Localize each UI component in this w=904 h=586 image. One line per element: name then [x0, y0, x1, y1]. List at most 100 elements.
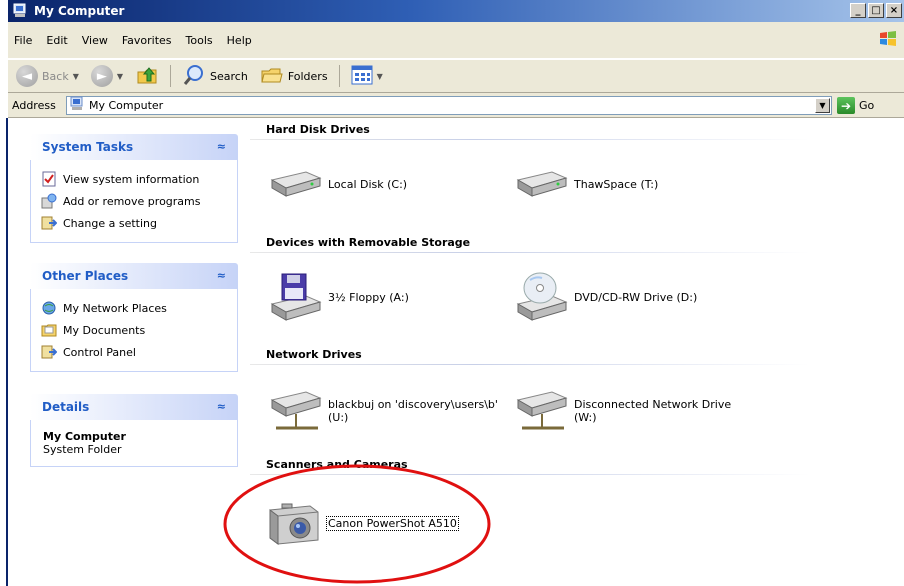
title-bar[interactable]: My Computer _ □ ×	[8, 0, 904, 22]
drive-label: ThawSpace (T:)	[574, 177, 659, 191]
group-divider	[250, 474, 810, 475]
views-icon	[351, 65, 373, 88]
my-computer-small-icon	[69, 96, 85, 115]
other-places-body: My Network Places My Documents Control P…	[30, 289, 238, 372]
go-arrow-icon: ➔	[837, 97, 855, 114]
windows-logo-icon	[878, 30, 898, 48]
group-title-scanners: Scanners and Cameras	[266, 458, 408, 471]
place-link-label: My Network Places	[63, 301, 167, 315]
menu-bar: File Edit View Favorites Tools Help	[8, 22, 904, 59]
place-my-network-places[interactable]: My Network Places	[41, 297, 237, 319]
collapse-chevron-icon[interactable]: ≈	[217, 269, 226, 282]
network-drive-u[interactable]: blackbuj on 'discovery\users\b' (U:)	[266, 386, 498, 436]
address-label: Address	[12, 98, 56, 112]
task-link-label: View system information	[63, 172, 200, 186]
drive-label: Local Disk (C:)	[328, 177, 408, 191]
views-dropdown-icon[interactable]: ▼	[377, 72, 383, 81]
menu-help[interactable]: Help	[221, 34, 260, 47]
window-title: My Computer	[34, 4, 125, 18]
menu-tools[interactable]: Tools	[180, 34, 221, 47]
network-drive-share: blackbuj on 'discovery\users\b'	[328, 398, 498, 411]
camera-icon	[266, 498, 322, 548]
drive-thawspace-t[interactable]: ThawSpace (T:)	[512, 162, 658, 206]
drive-label: DVD/CD-RW Drive (D:)	[574, 290, 698, 304]
details-item-name: My Computer	[43, 430, 126, 443]
menu-view[interactable]: View	[76, 34, 116, 47]
task-link-label: Add or remove programs	[63, 194, 201, 208]
collapse-chevron-icon[interactable]: ≈	[217, 140, 226, 153]
address-dropdown-button[interactable]: ▼	[815, 98, 830, 113]
toolbar-separator	[170, 65, 172, 87]
drive-dvd-cdrw-d[interactable]: DVD/CD-RW Drive (D:)	[512, 270, 697, 324]
floppy-drive-icon	[266, 270, 324, 324]
group-divider	[250, 364, 810, 365]
minimize-button[interactable]: _	[850, 3, 866, 18]
camera-canon-powershot[interactable]: Canon PowerShot A510	[266, 498, 459, 548]
search-button[interactable]: Search	[178, 61, 252, 92]
network-drive-label: blackbuj on 'discovery\users\b' (U:)	[328, 398, 498, 424]
collapse-chevron-icon[interactable]: ≈	[217, 400, 226, 413]
details-title: Details	[42, 400, 90, 414]
network-drive-share: Disconnected Network Drive	[574, 398, 732, 411]
system-tasks-header[interactable]: System Tasks ≈	[30, 134, 238, 160]
toolbar-separator	[338, 65, 340, 87]
drive-local-disk-c[interactable]: Local Disk (C:)	[266, 162, 407, 206]
menu-favorites[interactable]: Favorites	[116, 34, 180, 47]
network-drive-w[interactable]: Disconnected Network Drive (W:)	[512, 386, 731, 436]
go-button[interactable]: ➔ Go	[837, 97, 874, 114]
close-button[interactable]: ×	[886, 3, 902, 18]
details-item-type: System Folder	[43, 443, 122, 456]
group-divider	[250, 252, 810, 253]
forward-button[interactable]: ► ▼	[87, 63, 127, 89]
task-view-system-info[interactable]: View system information	[41, 168, 237, 190]
details-header[interactable]: Details ≈	[30, 394, 238, 420]
group-title-hard-disk: Hard Disk Drives	[266, 123, 370, 136]
network-places-icon	[41, 300, 57, 316]
system-tasks-panel: System Tasks ≈ View system information A…	[30, 134, 238, 243]
place-my-documents[interactable]: My Documents	[41, 319, 237, 341]
menu-edit[interactable]: Edit	[40, 34, 75, 47]
system-info-icon	[41, 171, 57, 187]
other-places-title: Other Places	[42, 269, 129, 283]
forward-arrow-icon: ►	[90, 65, 113, 87]
network-drive-letter: (W:)	[574, 411, 597, 424]
place-control-panel[interactable]: Control Panel	[41, 341, 237, 363]
up-folder-button[interactable]	[131, 61, 163, 92]
network-drive-label: Disconnected Network Drive (W:)	[574, 398, 731, 424]
control-panel-icon	[41, 215, 58, 231]
folder-content: Hard Disk Drives Local Disk (C:) ThawSpa…	[246, 118, 904, 586]
group-title-removable: Devices with Removable Storage	[266, 236, 471, 249]
cd-drive-icon	[512, 270, 570, 324]
other-places-header[interactable]: Other Places ≈	[30, 263, 238, 289]
address-bar: Address My Computer ▼ ➔ Go	[8, 93, 904, 118]
views-button[interactable]: ▼	[347, 63, 387, 90]
hard-disk-icon	[512, 162, 570, 206]
hard-disk-icon	[266, 162, 324, 206]
back-dropdown-icon[interactable]: ▼	[73, 72, 79, 81]
other-places-panel: Other Places ≈ My Network Places My Docu…	[30, 263, 238, 372]
camera-label: Canon PowerShot A510	[326, 515, 459, 531]
folders-icon	[260, 63, 284, 90]
maximize-button[interactable]: □	[868, 3, 884, 18]
drive-floppy-a[interactable]: 3½ Floppy (A:)	[266, 270, 409, 324]
network-drive-icon	[266, 386, 324, 436]
forward-dropdown-icon[interactable]: ▼	[117, 72, 123, 81]
back-label: Back	[42, 69, 69, 83]
task-link-label: Change a setting	[63, 216, 157, 230]
back-arrow-icon: ◄	[16, 65, 38, 87]
menu-file[interactable]: File	[8, 34, 40, 47]
address-field[interactable]: My Computer ▼	[66, 96, 832, 115]
system-tasks-title: System Tasks	[42, 140, 134, 154]
task-add-remove-programs[interactable]: Add or remove programs	[41, 190, 237, 212]
back-button[interactable]: ◄ Back ▼	[12, 63, 83, 89]
control-panel-icon	[41, 344, 58, 360]
place-link-label: Control Panel	[63, 345, 136, 359]
my-computer-icon	[12, 3, 28, 19]
group-divider	[250, 139, 810, 140]
details-panel: Details ≈ My Computer System Folder	[30, 394, 238, 467]
go-label: Go	[859, 99, 875, 112]
folders-button[interactable]: Folders	[256, 61, 332, 92]
task-change-setting[interactable]: Change a setting	[41, 212, 237, 234]
up-folder-icon	[135, 63, 159, 90]
address-value: My Computer	[89, 99, 164, 112]
